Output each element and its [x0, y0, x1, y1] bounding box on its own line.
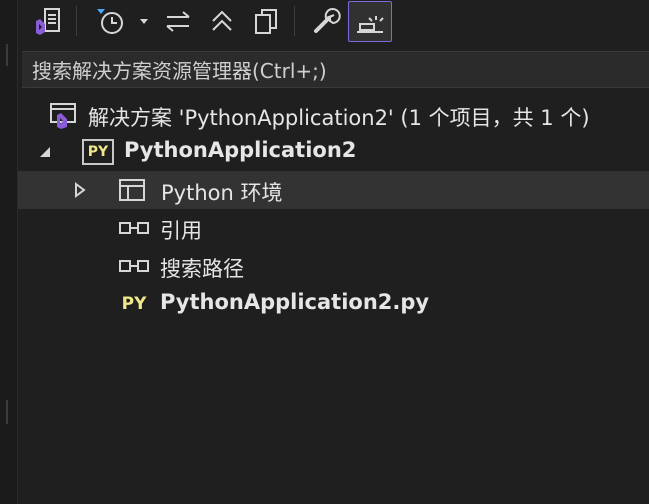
search-box[interactable]: 搜索解决方案资源管理器(Ctrl+;)	[22, 51, 649, 88]
collapsed-caret-icon[interactable]	[74, 182, 86, 198]
collapse-chevrons-icon	[212, 10, 232, 31]
left-edge-panel	[0, 0, 18, 504]
tree-row-python-file[interactable]: PY PythonApplication2.py	[18, 285, 649, 323]
search-paths-label: 搜索路径	[160, 257, 244, 281]
show-all-files-button[interactable]	[248, 3, 284, 39]
python-file-label: PythonApplication2.py	[160, 290, 430, 314]
preview-selected-items-button[interactable]	[348, 1, 392, 42]
tree-row-project[interactable]: PY PythonApplication2	[18, 133, 649, 171]
pending-changes-filter-button[interactable]	[92, 3, 152, 39]
left-edge-marker	[6, 44, 8, 66]
tree-row-references[interactable]: 引用	[18, 209, 649, 247]
sync-with-active-document-button[interactable]	[160, 3, 196, 39]
preview-toggle-icon	[357, 15, 384, 33]
left-edge-marker	[6, 400, 8, 424]
toolbar-separator	[294, 6, 295, 36]
references-label: 引用	[160, 219, 202, 243]
copy-pages-icon	[255, 9, 277, 34]
collapse-all-button[interactable]	[204, 3, 240, 39]
python-file-icon: PY	[118, 292, 150, 316]
sync-arrows-icon	[166, 11, 190, 32]
references-icon	[118, 219, 152, 237]
wrench-icon	[314, 8, 341, 33]
vs-solution-switch-button[interactable]	[28, 3, 68, 39]
solution-explorer: 搜索解决方案资源管理器(Ctrl+;) 解决方案 'PythonApplicat…	[0, 0, 649, 504]
solution-icon	[48, 101, 78, 129]
search-input[interactable]: 搜索解决方案资源管理器(Ctrl+;)	[32, 55, 327, 84]
search-paths-icon	[118, 257, 152, 275]
python-environments-label: Python 环境	[161, 181, 283, 205]
python-project-icon: PY	[82, 139, 114, 165]
project-label: PythonApplication2	[124, 138, 357, 162]
solution-explorer-toolbar	[18, 0, 649, 42]
solution-label: 解决方案 'PythonApplication2' (1 个项目，共 1 个)	[88, 106, 590, 130]
clock-filter-icon	[97, 9, 148, 34]
expanded-caret-icon[interactable]	[38, 145, 52, 159]
python-file-badge: PY	[121, 294, 147, 314]
python-project-badge: PY	[87, 144, 109, 160]
tree-row-python-environments[interactable]: Python 环境	[18, 171, 649, 209]
toolbar-separator	[76, 6, 77, 36]
environments-icon	[118, 177, 146, 203]
vs-document-icon	[36, 8, 60, 35]
properties-button[interactable]	[306, 3, 346, 39]
tree-row-search-paths[interactable]: 搜索路径	[18, 247, 649, 285]
tree-row-solution[interactable]: 解决方案 'PythonApplication2' (1 个项目，共 1 个)	[18, 96, 649, 134]
